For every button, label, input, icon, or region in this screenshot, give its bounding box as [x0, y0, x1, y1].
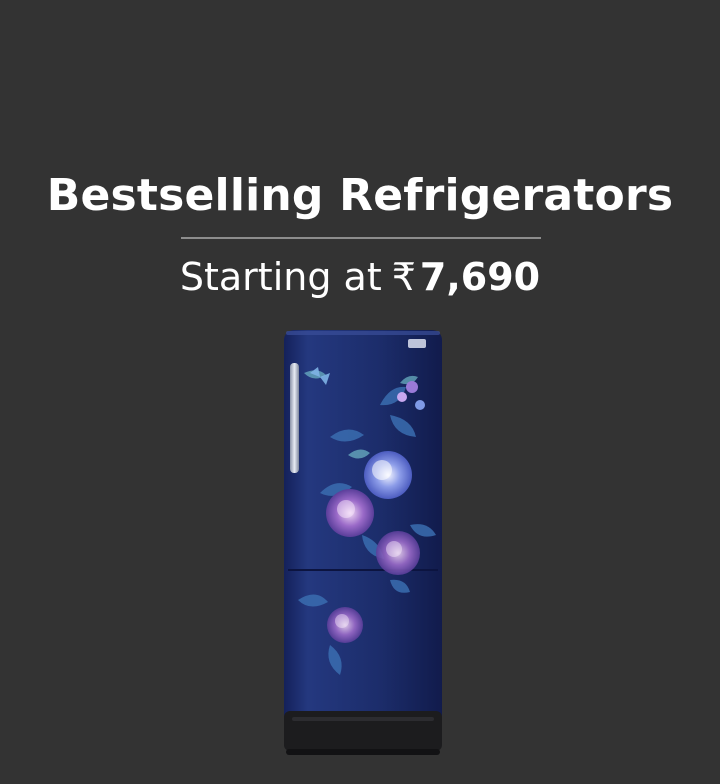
starting-at-label: Starting at	[179, 255, 382, 299]
headline-divider	[181, 237, 541, 239]
promo-banner[interactable]: Bestselling Refrigerators Starting at ₹7,…	[0, 0, 720, 784]
banner-subline: Starting at ₹7,690	[0, 255, 720, 299]
price-value: 7,690	[419, 255, 541, 299]
banner-headline: Bestselling Refrigerators	[46, 170, 674, 221]
rupee-symbol: ₹	[391, 255, 416, 299]
refrigerator-image-icon	[284, 330, 442, 755]
